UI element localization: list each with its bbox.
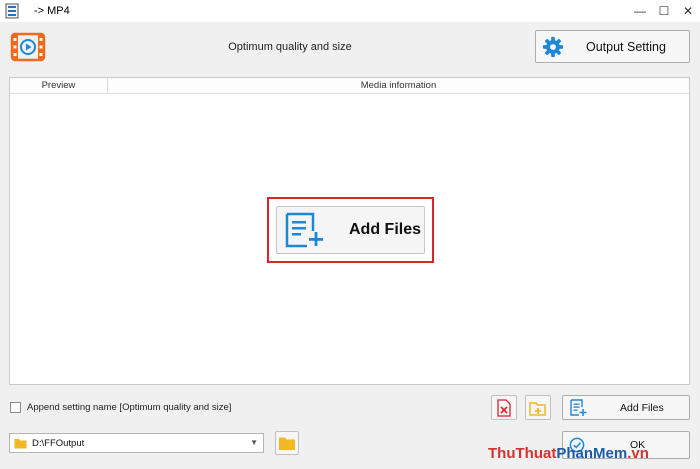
header: Optimum quality and size Output Setting <box>0 22 700 74</box>
remove-file-icon <box>497 398 511 417</box>
gear-icon <box>542 36 564 57</box>
column-header: Preview Media information <box>10 78 689 94</box>
title-bar: -> MP4 — ☐ ✕ <box>0 0 700 22</box>
app-icon <box>5 3 19 19</box>
add-files-large-label: Add Files <box>349 221 422 238</box>
chevron-down-icon[interactable]: ▼ <box>250 438 258 447</box>
folder-icon <box>279 437 295 450</box>
append-setting-label: Append setting name [Optimum quality and… <box>27 402 232 413</box>
watermark: ThuThuatPhanMem.vn <box>488 445 649 462</box>
folder-icon <box>14 438 27 448</box>
window-controls: — ☐ ✕ <box>628 0 700 22</box>
column-media-information[interactable]: Media information <box>108 78 689 93</box>
output-setting-button[interactable]: Output Setting <box>535 30 690 63</box>
append-setting-option[interactable]: Append setting name [Optimum quality and… <box>10 402 231 413</box>
output-folder-select[interactable]: D:\FFOutput ▼ <box>9 433 264 453</box>
append-setting-checkbox[interactable] <box>10 402 21 413</box>
restore-button[interactable]: ☐ <box>652 0 676 22</box>
column-preview[interactable]: Preview <box>10 78 108 93</box>
close-button[interactable]: ✕ <box>676 0 700 22</box>
watermark-part-2: PhanMem <box>556 445 628 462</box>
output-folder-value: D:\FFOutput <box>32 437 85 449</box>
add-files-button[interactable]: Add Files <box>562 395 690 420</box>
output-setting-label: Output Setting <box>586 39 666 54</box>
window-title: -> MP4 <box>34 5 70 17</box>
add-folder-button[interactable] <box>525 395 551 420</box>
add-files-button-large[interactable]: Add Files <box>276 206 425 254</box>
watermark-part-1: ThuThuat <box>488 445 557 462</box>
add-folder-icon <box>529 401 546 416</box>
remove-file-button[interactable] <box>491 395 517 420</box>
add-file-icon <box>285 212 323 248</box>
preset-name: Optimum quality and size <box>228 41 352 53</box>
minimize-button[interactable]: — <box>628 0 652 22</box>
add-file-icon <box>570 398 587 416</box>
add-files-label: Add Files <box>620 401 664 414</box>
add-files-highlight: Add Files <box>267 197 434 263</box>
watermark-part-3: .vn <box>627 445 649 462</box>
file-list-panel[interactable]: Preview Media information Add Files <box>9 77 690 385</box>
browse-folder-button[interactable] <box>275 431 299 455</box>
